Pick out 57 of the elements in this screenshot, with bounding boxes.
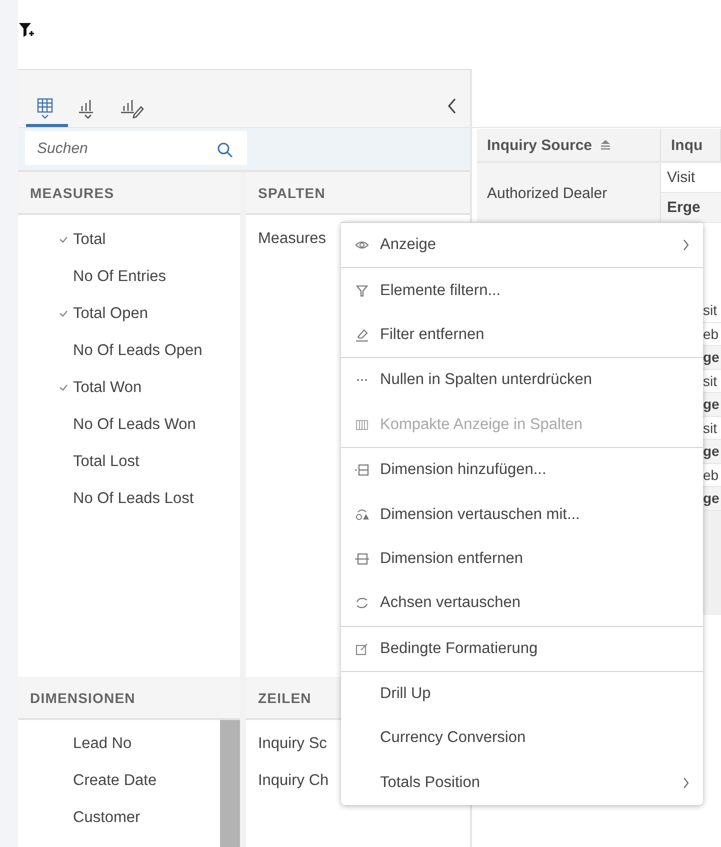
eraser-icon (355, 328, 369, 342)
section-header: SPALTEN (258, 184, 326, 200)
swap-icon (355, 508, 369, 522)
dots-icon (357, 379, 367, 382)
menu-item[interactable]: Anzeige (341, 223, 703, 268)
dimension-item[interactable]: Customer (73, 808, 140, 826)
chart-pencil-icon (118, 97, 144, 119)
dimension-item[interactable]: Create Date (73, 772, 157, 790)
menu-item[interactable]: Achsen vertauschen (341, 581, 703, 626)
table-cell: eb (702, 322, 721, 346)
section-header: MEASURES (30, 184, 114, 200)
measure-item[interactable]: Total Won (18, 369, 240, 406)
menu-item[interactable]: Currency Conversion (341, 716, 703, 761)
section-header: DIMENSIONEN (30, 690, 136, 706)
measure-item[interactable]: No Of Entries (18, 258, 240, 295)
search-icon (217, 142, 233, 158)
remove-row-icon (355, 552, 369, 566)
measure-item[interactable]: No Of Leads Won (18, 406, 240, 443)
scrollbar[interactable] (220, 720, 240, 847)
menu-item[interactable]: Filter entfernen (341, 312, 703, 358)
menu-item[interactable]: Dimension vertauschen mit... (341, 492, 703, 537)
menu-item[interactable]: Bedingte Formatierung (341, 626, 703, 671)
filter-add-icon (18, 22, 35, 39)
measure-item[interactable]: Total (18, 221, 240, 258)
menu-item[interactable]: Dimension hinzufügen... (341, 448, 703, 492)
measure-item[interactable]: Total Lost (18, 443, 240, 480)
table-cell: ge (702, 487, 721, 510)
measure-item[interactable]: Total Open (18, 295, 240, 332)
table-cell: ge (702, 393, 721, 416)
menu-item[interactable]: Nullen in Spalten unterdrücken (341, 358, 703, 403)
table-cell: Erge (661, 193, 721, 223)
dimension-item[interactable]: Lead No (73, 734, 132, 752)
table-cell: sit (702, 370, 721, 393)
measure-item[interactable]: No Of Leads Open (18, 332, 240, 369)
field-item[interactable]: Inquiry Sc (258, 734, 327, 752)
measure-item[interactable]: No Of Leads Lost (18, 480, 240, 517)
table-cell: ge (702, 346, 721, 370)
section-header: ZEILEN (258, 690, 312, 706)
search-field[interactable]: Suchen (25, 131, 247, 165)
add-row-icon (355, 463, 369, 478)
menu-item[interactable]: Totals Position (341, 760, 703, 806)
columns-icon (355, 418, 369, 432)
field-item[interactable]: Inquiry Ch (258, 772, 329, 790)
menu-item[interactable]: Elemente filtern... (341, 268, 703, 313)
chevron-left-icon (447, 98, 457, 114)
menu-item[interactable]: Drill Up (341, 672, 703, 716)
row-header-cell: Authorized Dealer (477, 163, 661, 223)
column-header[interactable]: Inquiry Source (477, 129, 661, 161)
field-item[interactable]: Measures (258, 230, 326, 248)
funnel-icon (355, 284, 369, 298)
menu-item[interactable]: Dimension entfernen (341, 536, 703, 582)
column-header[interactable]: Inqu (661, 129, 721, 161)
table-cell: eb (702, 464, 721, 487)
edit-icon (355, 642, 369, 656)
table-cell: ge (702, 440, 721, 464)
table-cell: sit (702, 416, 721, 440)
rotate-icon (355, 596, 369, 610)
